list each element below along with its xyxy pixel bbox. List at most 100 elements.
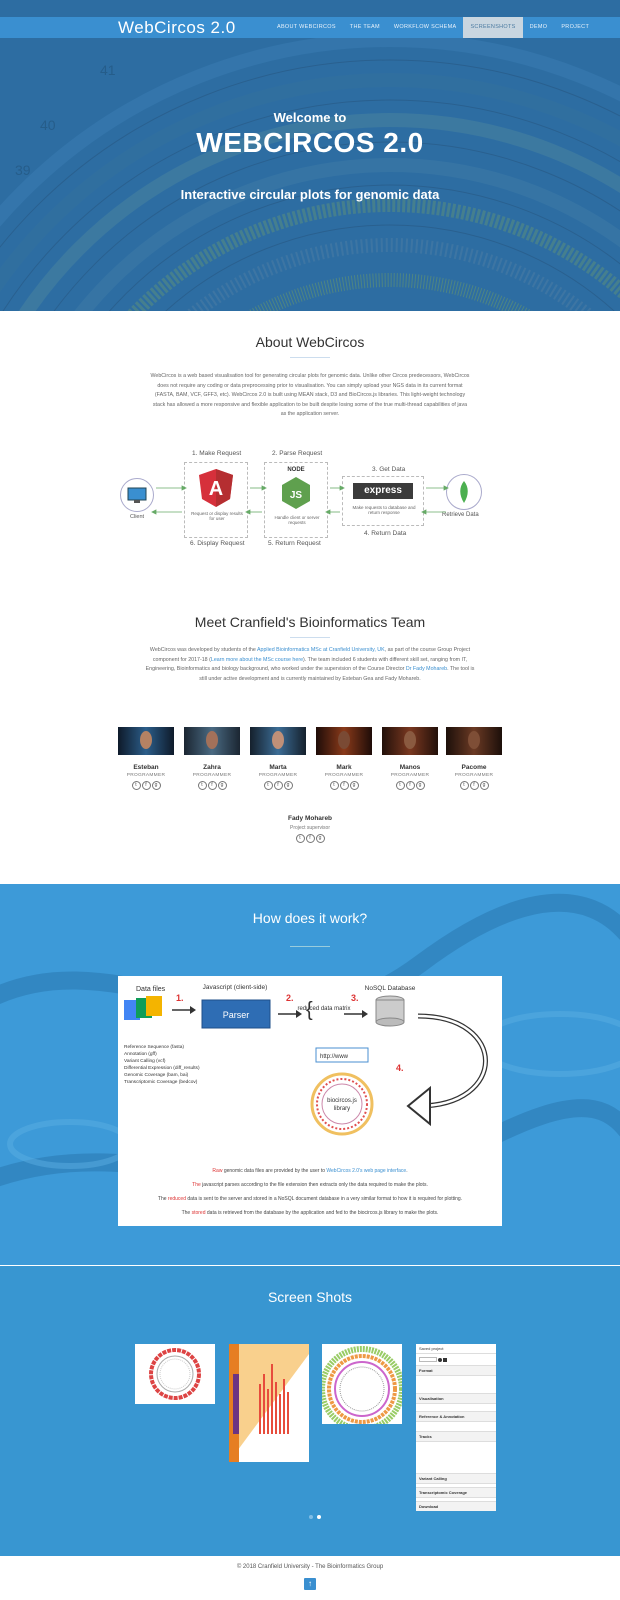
workflow-step-text: The reduced data is sent to the server a… (157, 1196, 463, 1202)
screenshots-section (0, 1266, 620, 1556)
nav-project[interactable]: PROJECT (554, 17, 596, 38)
team-paragraph: WebCircos was developed by students of t… (145, 647, 475, 682)
about-title: About WebCircos (255, 334, 365, 350)
team-divider (290, 637, 330, 638)
mongodb-leaf-icon (460, 481, 468, 503)
data-files-label: Data files (136, 986, 166, 993)
twitter-icon[interactable]: t (329, 781, 339, 790)
svg-text:biocircos.js: biocircos.js (327, 1098, 357, 1104)
node-caption: Handle client or server requests (274, 515, 320, 525)
monitor-icon (127, 487, 147, 503)
team-member-card: Marta PROGRAMMER tfg (250, 727, 306, 790)
member-role: PROGRAMMER (126, 773, 166, 778)
workflow-panel: Data files 1. Javascript (client-side) P… (118, 976, 502, 1226)
member-role: PROGRAMMER (454, 773, 494, 778)
workflow-step-text: The stored data is retrieved from the da… (181, 1210, 439, 1216)
brand-logo-text[interactable]: WebCircos 2.0 (118, 17, 236, 38)
course-link[interactable]: Learn more about the MSc course here (211, 657, 303, 663)
carousel-dot-1[interactable] (309, 1515, 313, 1519)
panel-toolbar (416, 1354, 496, 1366)
twitter-icon[interactable]: t (263, 781, 273, 790)
nav-team[interactable]: THE TEAM (343, 17, 387, 38)
facebook-icon[interactable]: f (141, 781, 151, 790)
svg-text:reduced data matrix: reduced data matrix (297, 1006, 350, 1012)
how-divider (290, 946, 330, 947)
webcircos-interface-link[interactable]: WebCircos 2.0's web page interface (326, 1168, 406, 1174)
director-link[interactable]: Dr Fady Mohareb (406, 666, 447, 672)
svg-text:1.: 1. (176, 993, 184, 1003)
google-plus-icon[interactable]: g (479, 781, 489, 790)
hero-welcome: Welcome to (273, 110, 347, 125)
facebook-icon[interactable]: f (207, 781, 217, 790)
google-plus-icon[interactable]: g (349, 781, 359, 790)
facebook-icon[interactable]: f (273, 781, 283, 790)
google-plus-icon[interactable]: g (217, 781, 227, 790)
svg-text:http://www: http://www (320, 1054, 349, 1060)
member-photo (316, 727, 372, 755)
flow-step4: 4. Return Data (364, 530, 407, 537)
workflow-step-text: The javascript parses according to the f… (192, 1182, 428, 1188)
member-role: PROGRAMMER (258, 773, 298, 778)
client-node (120, 478, 154, 512)
member-photo (184, 727, 240, 755)
nav-demo[interactable]: DEMO (523, 17, 555, 38)
team-title: Meet Cranfield's Bioinformatics Team (194, 614, 426, 630)
express-box: express Make requests to database and re… (342, 476, 424, 526)
google-plus-icon[interactable]: g (415, 781, 425, 790)
node-box: NODE JS Handle client or server requests (264, 462, 328, 538)
scroll-to-top-icon[interactable]: ↑ (304, 1578, 316, 1590)
svg-text:Variant Calling (vcf): Variant Calling (vcf) (124, 1058, 166, 1064)
nav-menu: ABOUT WEBCIRCOS THE TEAM WORKFLOW SCHEMA… (270, 17, 596, 38)
copyright-text: © 2018 Cranfield University - The Bioinf… (236, 1564, 384, 1570)
panel-header: Saved project (416, 1344, 496, 1354)
mongodb-node (446, 474, 482, 510)
retrieve-label: Retrieve Data (442, 512, 479, 518)
facebook-icon[interactable]: f (305, 834, 315, 843)
svg-text:Annotation (gff): Annotation (gff) (124, 1051, 157, 1057)
nav-about[interactable]: ABOUT WEBCIRCOS (270, 17, 343, 38)
flow-step5: 5. Return Request (268, 540, 321, 547)
google-plus-icon[interactable]: g (315, 834, 325, 843)
screenshot-thumb[interactable]: Saved project Format Visualisation Refer… (416, 1344, 496, 1511)
member-role: PROGRAMMER (390, 773, 430, 778)
facebook-icon[interactable]: f (339, 781, 349, 790)
svg-text:Reference Sequence (fasta): Reference Sequence (fasta) (124, 1044, 184, 1050)
supervisor-name: Fady Mohareb (287, 815, 333, 822)
flow-step1: 1. Make Request (192, 450, 242, 457)
member-photo (250, 727, 306, 755)
twitter-icon[interactable]: t (459, 781, 469, 790)
express-logo: express (353, 483, 413, 499)
nodejs-logo-icon: JS (282, 477, 310, 509)
screenshot-thumb[interactable] (319, 1344, 405, 1432)
angular-logo-icon: A (199, 469, 233, 507)
nav-screenshots[interactable]: SCREENSHOTS (463, 17, 523, 38)
team-member-card: Esteban PROGRAMMER tfg (118, 727, 174, 790)
about-divider (290, 357, 330, 358)
screenshot-thumb[interactable] (135, 1344, 215, 1404)
facebook-icon[interactable]: f (405, 781, 415, 790)
twitter-icon[interactable]: t (295, 834, 305, 843)
about-paragraph: WebCircos is a web based visualisation t… (150, 373, 470, 417)
carousel-dot-2[interactable] (317, 1515, 321, 1519)
member-photo (382, 727, 438, 755)
team-member-card: Pacome PROGRAMMER tfg (446, 727, 502, 790)
member-name: Manos (399, 764, 421, 771)
top-navbar: WebCircos 2.0 ABOUT WEBCIRCOS THE TEAM W… (0, 17, 620, 38)
svg-text:Javascript (client-side): Javascript (client-side) (203, 984, 268, 991)
nav-workflow[interactable]: WORKFLOW SCHEMA (387, 17, 464, 38)
twitter-icon[interactable]: t (131, 781, 141, 790)
google-plus-icon[interactable]: g (151, 781, 161, 790)
member-name: Pacome (461, 764, 487, 771)
msc-link[interactable]: Applied Bioinformatics MSc at Cranfield … (257, 647, 385, 653)
twitter-icon[interactable]: t (197, 781, 207, 790)
flow-step3: 3. Get Data (372, 466, 406, 473)
member-name: Esteban (133, 764, 159, 771)
twitter-icon[interactable]: t (395, 781, 405, 790)
screenshot-thumb[interactable] (229, 1344, 309, 1462)
member-name: Marta (269, 764, 287, 771)
how-title: How does it work? (252, 910, 368, 926)
facebook-icon[interactable]: f (469, 781, 479, 790)
google-plus-icon[interactable]: g (283, 781, 293, 790)
svg-text:Differential Expression (diff_: Differential Expression (diff_results) (124, 1065, 200, 1071)
svg-text:A: A (209, 478, 223, 500)
